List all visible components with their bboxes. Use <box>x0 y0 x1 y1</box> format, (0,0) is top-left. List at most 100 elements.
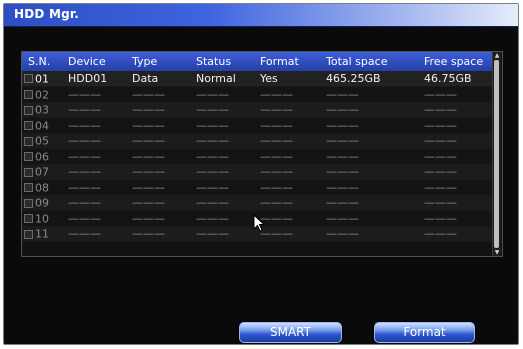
checkbox-icon[interactable] <box>24 198 33 208</box>
cell-total: ——— <box>320 226 418 242</box>
cell-device: ——— <box>62 117 126 134</box>
cell-format: ——— <box>254 133 320 149</box>
column-header-type[interactable]: Type <box>126 52 190 71</box>
cell-device: ——— <box>62 164 126 180</box>
row-number: 06 <box>35 150 49 163</box>
table-row[interactable]: 02 ——— ——— ——— ——— ——— ——— <box>22 86 494 103</box>
cell-status: ——— <box>190 164 254 180</box>
cell-device: ——— <box>62 133 126 149</box>
row-number: 07 <box>35 165 49 179</box>
cell-device: ——— <box>62 226 126 242</box>
scroll-up-arrow-icon[interactable]: ▲ <box>493 52 501 59</box>
cell-type: ——— <box>126 210 190 227</box>
cell-status: ——— <box>190 195 254 211</box>
cell-type: Data <box>126 71 190 87</box>
cell-total: ——— <box>320 133 418 149</box>
cell-total: ——— <box>320 148 418 165</box>
checkbox-icon[interactable] <box>24 183 33 192</box>
cell-total: ——— <box>320 210 418 227</box>
column-header-status[interactable]: Status <box>190 52 254 71</box>
scrollbar-thumb[interactable] <box>494 60 499 248</box>
row-number: 02 <box>35 88 49 101</box>
column-header-format[interactable]: Format <box>254 52 320 71</box>
cell-free: ——— <box>418 226 494 242</box>
table-row[interactable]: 06 ——— ——— ——— ——— ——— ——— <box>22 148 494 165</box>
cell-free: ——— <box>418 210 494 227</box>
cell-format: ——— <box>254 179 320 196</box>
table-row[interactable]: 01 HDD01 Data Normal Yes 465.25GB 46.75GB <box>22 71 494 87</box>
checkbox-icon[interactable] <box>24 121 33 130</box>
checkbox-icon[interactable] <box>24 105 33 115</box>
checkbox-icon[interactable] <box>24 167 33 177</box>
cell-total: ——— <box>320 164 418 180</box>
row-number: 09 <box>35 196 49 210</box>
cell-device: ——— <box>62 210 126 227</box>
cell-device: ——— <box>62 148 126 165</box>
smart-button[interactable]: SMART <box>239 322 342 343</box>
cell-sn: 02 <box>22 86 62 103</box>
cell-type: ——— <box>126 148 190 165</box>
checkbox-icon[interactable] <box>24 90 33 99</box>
table-row[interactable]: 04 ——— ——— ——— ——— ——— ——— <box>22 117 494 134</box>
cell-free: ——— <box>418 86 494 103</box>
cell-free: ——— <box>418 117 494 134</box>
cell-sn: 09 <box>22 195 62 211</box>
cell-total: ——— <box>320 102 418 118</box>
cell-sn: 03 <box>22 102 62 118</box>
cell-type: ——— <box>126 164 190 180</box>
cell-status: ——— <box>190 210 254 227</box>
cell-device: ——— <box>62 102 126 118</box>
cell-sn: 04 <box>22 117 62 134</box>
cell-format: ——— <box>254 86 320 103</box>
table-row[interactable]: 03 ——— ——— ——— ——— ——— ——— <box>22 102 494 118</box>
checkbox-icon[interactable] <box>24 136 33 146</box>
cell-status: Normal <box>190 71 254 87</box>
table-scrollbar[interactable]: ▲ ▼ <box>492 52 501 256</box>
checkbox-icon[interactable] <box>24 152 33 161</box>
row-number: 01 <box>35 72 49 86</box>
row-number: 05 <box>35 134 49 148</box>
cell-total: ——— <box>320 86 418 103</box>
cell-free: ——— <box>418 195 494 211</box>
checkbox-icon[interactable] <box>24 229 33 239</box>
column-header-free-space[interactable]: Free space <box>418 52 494 71</box>
checkbox-icon[interactable] <box>24 214 33 223</box>
cell-type: ——— <box>126 133 190 149</box>
format-button[interactable]: Format <box>374 322 475 343</box>
cell-type: ——— <box>126 179 190 196</box>
cell-total: ——— <box>320 179 418 196</box>
cell-free: ——— <box>418 148 494 165</box>
cell-sn: 06 <box>22 148 62 165</box>
window-title: HDD Mgr. <box>14 7 80 21</box>
row-number: 10 <box>35 212 49 225</box>
table-header-row: S.N. Device Type Status Format Total spa… <box>22 52 494 71</box>
cell-format: Yes <box>254 71 320 87</box>
cell-sn: 11 <box>22 226 62 242</box>
row-number: 08 <box>35 181 49 194</box>
cell-free: ——— <box>418 133 494 149</box>
column-header-device[interactable]: Device <box>62 52 126 71</box>
cell-status: ——— <box>190 102 254 118</box>
column-header-total-space[interactable]: Total space <box>320 52 418 71</box>
cell-status: ——— <box>190 117 254 134</box>
cell-device: ——— <box>62 179 126 196</box>
cell-sn: 10 <box>22 210 62 227</box>
cell-total: ——— <box>320 117 418 134</box>
cell-device: ——— <box>62 86 126 103</box>
cell-status: ——— <box>190 179 254 196</box>
checkbox-icon[interactable] <box>24 74 33 84</box>
cell-device: ——— <box>62 195 126 211</box>
row-number: 11 <box>35 227 49 241</box>
cell-sn: 08 <box>22 179 62 196</box>
scroll-down-arrow-icon[interactable]: ▼ <box>493 249 501 256</box>
table-row[interactable]: 09 ——— ——— ——— ——— ——— ——— <box>22 195 494 211</box>
cell-sn: 05 <box>22 133 62 149</box>
table-row[interactable]: 08 ——— ——— ——— ——— ——— ——— <box>22 179 494 196</box>
hdd-manager-window: HDD Mgr. S.N. Device Type Status Format <box>3 3 519 345</box>
cell-free: ——— <box>418 102 494 118</box>
column-header-sn[interactable]: S.N. <box>22 52 62 71</box>
table-row[interactable]: 07 ——— ——— ——— ——— ——— ——— <box>22 164 494 180</box>
cell-format: ——— <box>254 164 320 180</box>
table-row[interactable]: 05 ——— ——— ——— ——— ——— ——— <box>22 133 494 149</box>
cell-type: ——— <box>126 195 190 211</box>
